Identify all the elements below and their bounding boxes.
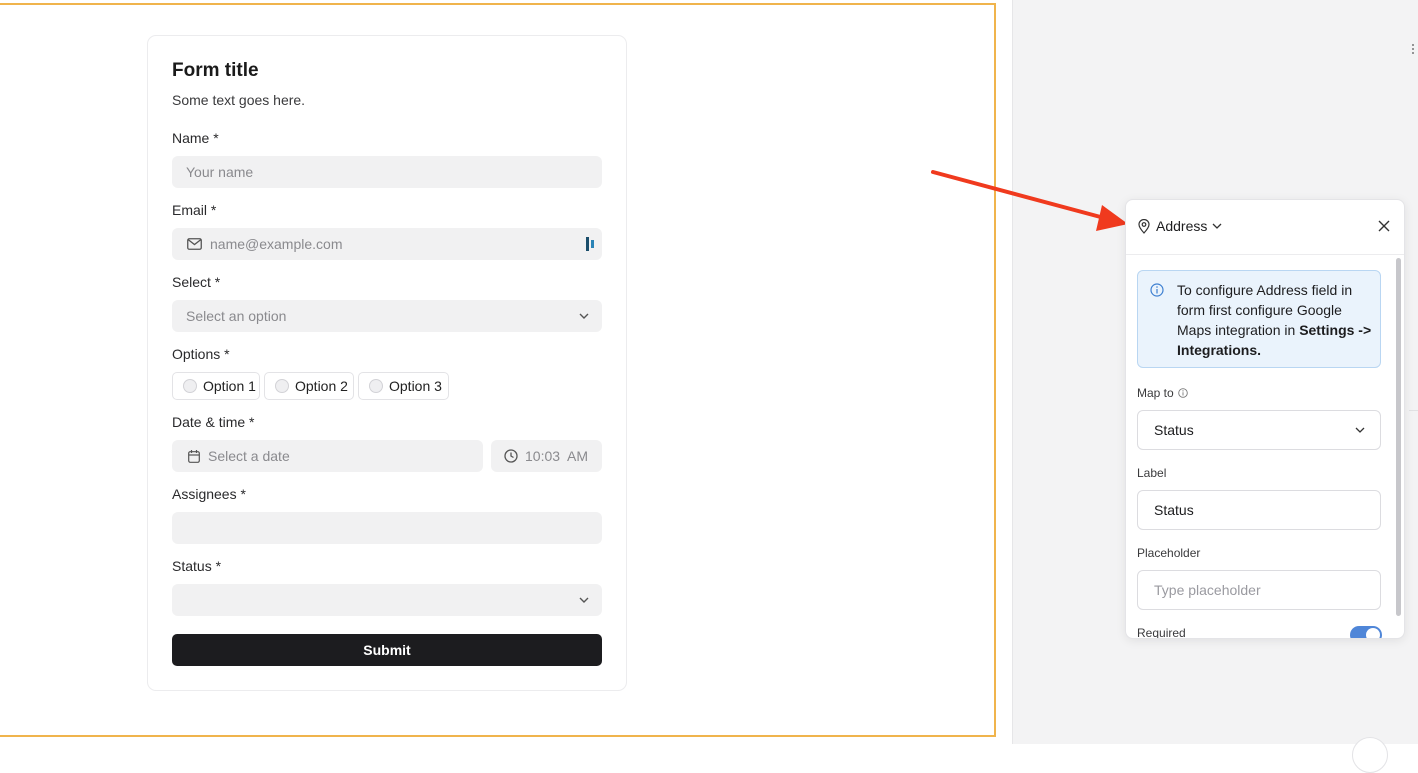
info-alert: To configure Address field in form first… [1137, 270, 1381, 368]
map-to-label: Map to [1137, 386, 1188, 400]
scrollbar[interactable] [1396, 258, 1401, 616]
chevron-down-icon [576, 308, 592, 324]
field-type-label: Address [1156, 218, 1208, 234]
chevron-down-icon [1211, 220, 1223, 232]
popover-header: Address [1126, 200, 1404, 255]
assignees-input[interactable] [172, 512, 602, 544]
email-input[interactable]: name@example.com [172, 228, 602, 260]
label-value: Status [1154, 502, 1194, 518]
option-1[interactable]: Option 1 [172, 372, 260, 400]
select-dropdown[interactable]: Select an option [172, 300, 602, 332]
arrow-annotation [931, 170, 1128, 231]
name-input[interactable]: Your name [172, 156, 602, 188]
divider [1409, 410, 1418, 411]
option-label: Option 2 [295, 378, 348, 394]
name-label: Name * [172, 130, 219, 146]
status-dropdown[interactable] [172, 584, 602, 616]
field-type-dropdown[interactable]: Address [1138, 218, 1223, 234]
form-subtitle: Some text goes here. [172, 92, 306, 108]
time-value: 10:03 AM [525, 448, 589, 464]
info-icon[interactable] [1177, 388, 1188, 398]
more-options-icon[interactable] [1412, 44, 1418, 56]
password-manager-icon[interactable] [586, 237, 596, 251]
placeholder-field-label: Placeholder [1137, 546, 1201, 560]
name-placeholder: Your name [186, 164, 254, 180]
map-to-select[interactable]: Status [1137, 410, 1381, 450]
required-toggle[interactable] [1350, 626, 1382, 638]
option-label: Option 1 [203, 378, 256, 394]
date-input[interactable]: Select a date [172, 440, 483, 472]
form-title: Form title [172, 60, 259, 81]
options-label: Options * [172, 346, 230, 362]
clock-icon [503, 448, 519, 464]
close-icon[interactable] [1376, 218, 1392, 234]
info-icon [1150, 283, 1164, 302]
status-label: Status * [172, 558, 222, 574]
email-label: Email * [172, 202, 217, 218]
date-placeholder: Select a date [208, 448, 290, 464]
label-input[interactable]: Status [1137, 490, 1381, 530]
submit-button[interactable]: Submit [172, 634, 602, 666]
chevron-down-icon [576, 592, 592, 608]
assignees-label: Assignees * [172, 486, 246, 502]
radio-icon [369, 379, 383, 393]
option-label: Option 3 [389, 378, 442, 394]
map-pin-icon [1138, 218, 1150, 234]
chevron-down-icon [1354, 424, 1366, 436]
radio-icon [275, 379, 289, 393]
placeholder-input[interactable]: Type placeholder [1137, 570, 1381, 610]
time-input[interactable]: 10:03 AM [491, 440, 602, 472]
select-placeholder: Select an option [186, 308, 287, 324]
map-to-value: Status [1154, 422, 1194, 438]
help-button[interactable] [1352, 737, 1388, 773]
datetime-label: Date & time * [172, 414, 255, 430]
email-placeholder: name@example.com [210, 236, 343, 252]
field-settings-popover: Address To configure Address field in fo… [1125, 199, 1405, 639]
radio-icon [183, 379, 197, 393]
toggle-knob [1366, 628, 1380, 638]
option-3[interactable]: Option 3 [358, 372, 449, 400]
info-message: To configure Address field in form first… [1177, 282, 1372, 358]
select-label: Select * [172, 274, 221, 290]
placeholder-hint: Type placeholder [1154, 582, 1261, 598]
calendar-icon [186, 448, 202, 464]
label-field-label: Label [1137, 466, 1167, 480]
required-label: Required [1137, 626, 1186, 639]
mail-icon [186, 236, 202, 252]
option-2[interactable]: Option 2 [264, 372, 354, 400]
